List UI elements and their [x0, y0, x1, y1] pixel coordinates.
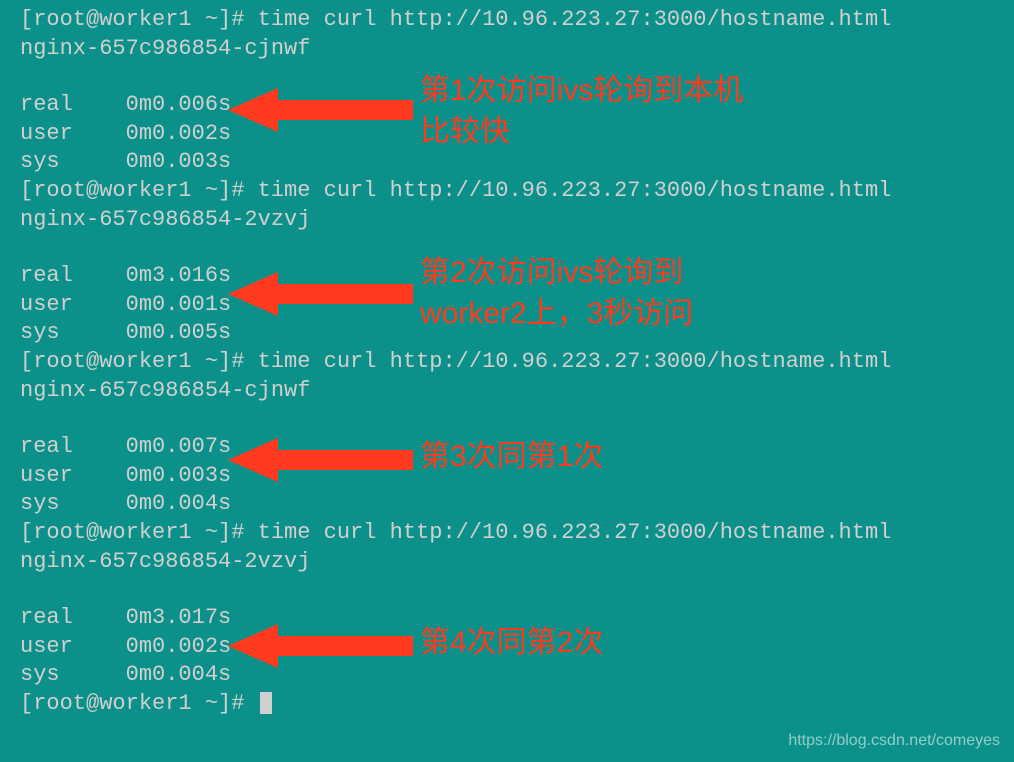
time-sys: sys 0m0.003s: [20, 148, 1014, 177]
time-sys: sys 0m0.004s: [20, 490, 1014, 519]
prompt: [root@worker1 ~]#: [20, 691, 258, 716]
annotation-3: 第3次同第1次: [420, 437, 603, 478]
prompt-line: [root@worker1 ~]# time curl http://10.96…: [20, 519, 1014, 548]
arrow-icon: [228, 86, 413, 134]
command: time curl http://10.96.223.27:3000/hostn…: [258, 7, 892, 32]
prompt-line: [root@worker1 ~]# time curl http://10.96…: [20, 348, 1014, 377]
command: time curl http://10.96.223.27:3000/hostn…: [258, 520, 892, 545]
time-sys: sys 0m0.004s: [20, 661, 1014, 690]
output-hostname: nginx-657c986854-2vzvj: [20, 548, 1014, 577]
annotation-4: 第4次同第2次: [420, 623, 603, 664]
prompt: [root@worker1 ~]#: [20, 178, 258, 203]
prompt: [root@worker1 ~]#: [20, 7, 258, 32]
prompt-line[interactable]: [root@worker1 ~]#: [20, 690, 1014, 719]
output-hostname: nginx-657c986854-2vzvj: [20, 206, 1014, 235]
prompt-line: [root@worker1 ~]# time curl http://10.96…: [20, 6, 1014, 35]
annotation-2: 第2次访问ivs轮询到 worker2上，3秒访问: [420, 253, 693, 334]
arrow-icon: [228, 436, 413, 484]
command: time curl http://10.96.223.27:3000/hostn…: [258, 178, 892, 203]
prompt: [root@worker1 ~]#: [20, 520, 258, 545]
prompt-line: [root@worker1 ~]# time curl http://10.96…: [20, 177, 1014, 206]
command: time curl http://10.96.223.27:3000/hostn…: [258, 349, 892, 374]
prompt: [root@worker1 ~]#: [20, 349, 258, 374]
cursor: [260, 692, 272, 714]
output-hostname: nginx-657c986854-cjnwf: [20, 377, 1014, 406]
output-hostname: nginx-657c986854-cjnwf: [20, 35, 1014, 64]
arrow-icon: [228, 270, 413, 318]
annotation-1: 第1次访问ivs轮询到本机 比较快: [420, 71, 743, 152]
arrow-icon: [228, 622, 413, 670]
watermark: https://blog.csdn.net/comeyes: [788, 731, 1000, 752]
